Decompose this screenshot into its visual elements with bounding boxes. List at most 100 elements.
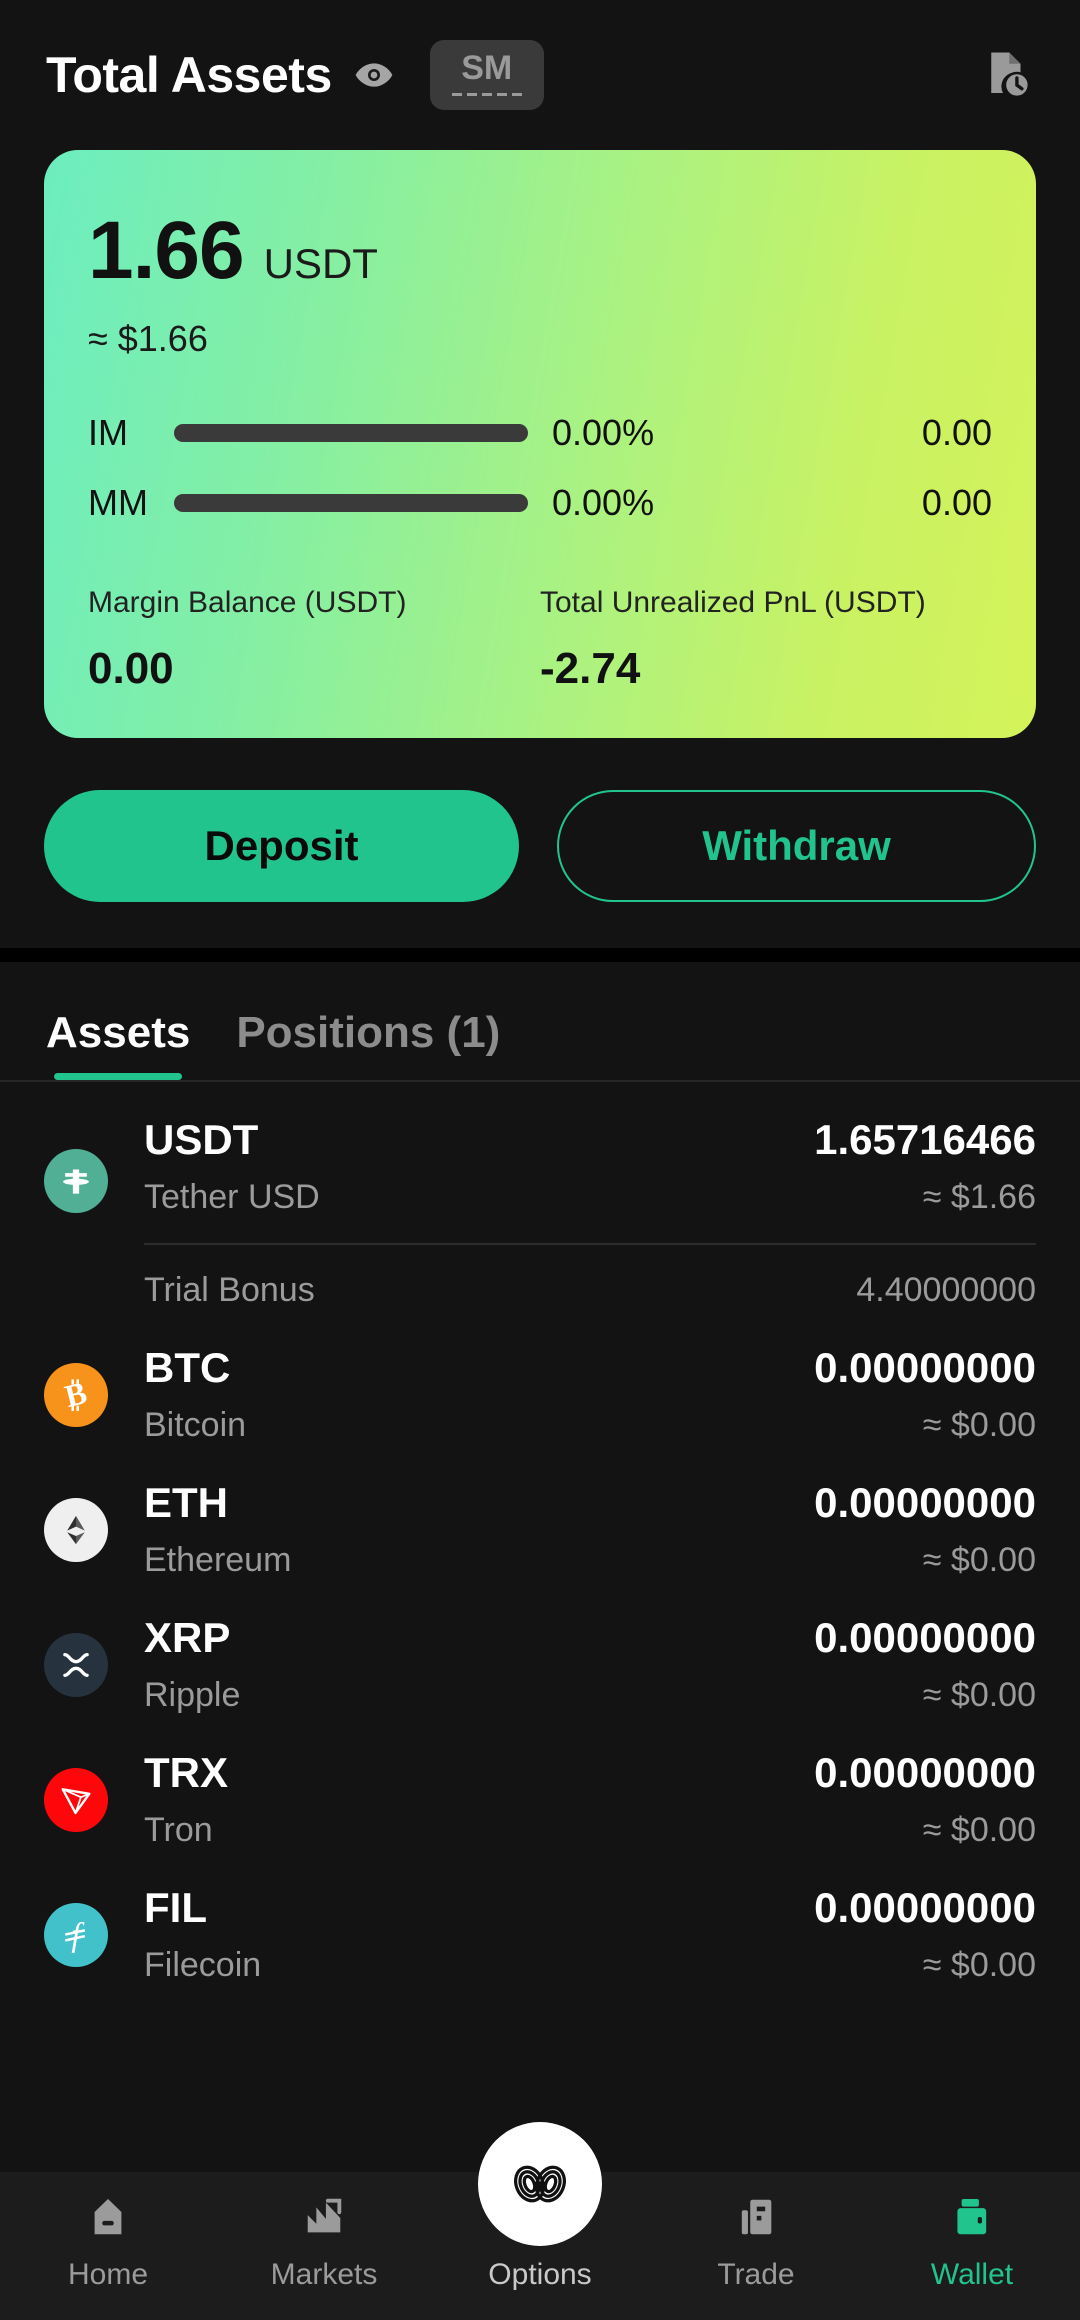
margin-track-im xyxy=(174,424,528,442)
asset-primary-line: TRX 0.00000000 xyxy=(144,1749,1036,1797)
nav-item-home[interactable]: Home xyxy=(0,2188,216,2292)
nav-label-trade: Trade xyxy=(717,2258,795,2291)
filecoin-icon: f xyxy=(44,1902,108,1967)
margin-bars: IM 0.00% 0.00 MM 0.00% 0.00 xyxy=(88,408,992,528)
asset-primary-line: FIL 0.00000000 xyxy=(144,1884,1036,1932)
asset-body: TRX 0.00000000 Tron ≈ $0.00 xyxy=(144,1749,1036,1850)
tab-assets-label: Assets xyxy=(46,1008,191,1057)
asset-usd-value: ≈ $0.00 xyxy=(922,1811,1036,1849)
nav-label-wallet: Wallet xyxy=(930,2258,1014,2291)
asset-usd-value: ≈ $0.00 xyxy=(922,1406,1036,1444)
stat-margin-balance: Margin Balance (USDT) 0.00 xyxy=(88,586,540,694)
asset-usd-value: ≈ $0.00 xyxy=(922,1541,1036,1579)
asset-secondary-line: Ethereum ≈ $0.00 xyxy=(144,1541,1036,1580)
trial-bonus-value: 4.40000000 xyxy=(856,1271,1036,1309)
nav-item-trade[interactable]: Trade xyxy=(648,2188,864,2292)
balance-approx-usd: ≈ $1.66 xyxy=(88,318,208,359)
tab-positions-label: Positions (1) xyxy=(236,1008,501,1057)
wallet-icon xyxy=(949,2188,995,2246)
asset-name: Tether USD xyxy=(144,1178,320,1216)
balance-row: 1.66 USDT xyxy=(88,210,992,292)
ethereum-icon xyxy=(44,1497,108,1562)
nav-label-options: Options xyxy=(488,2258,592,2291)
tether-icon xyxy=(44,1148,108,1213)
asset-name: Filecoin xyxy=(144,1946,262,1984)
asset-amount: 0.00000000 xyxy=(814,1344,1036,1391)
asset-amount: 1.65716466 xyxy=(814,1116,1036,1163)
balance-card-wrapper: 1.66 USDT ≈ $1.66 IM 0.00% 0.00 MM 0.00%… xyxy=(0,150,1080,738)
stat-margin-balance-label: Margin Balance (USDT) xyxy=(88,586,407,619)
asset-secondary-line: Bitcoin ≈ $0.00 xyxy=(144,1406,1036,1445)
options-fab-button[interactable] xyxy=(478,2122,602,2246)
asset-secondary-line: Ripple ≈ $0.00 xyxy=(144,1676,1036,1715)
table-row[interactable]: TRX 0.00000000 Tron ≈ $0.00 xyxy=(44,1715,1036,1850)
balance-currency: USDT xyxy=(263,240,378,287)
account-badge-underline xyxy=(451,93,522,96)
nav-item-wallet[interactable]: Wallet xyxy=(864,2188,1080,2292)
balance-card: 1.66 USDT ≈ $1.66 IM 0.00% 0.00 MM 0.00%… xyxy=(44,150,1036,738)
asset-body: XRP 0.00000000 Ripple ≈ $0.00 xyxy=(144,1614,1036,1715)
asset-name: Bitcoin xyxy=(144,1406,247,1444)
asset-body: USDT 1.65716466 Tether USD ≈ $1.66 xyxy=(144,1116,1036,1245)
trial-bonus-label: Trial Bonus xyxy=(144,1271,315,1309)
asset-name: Ripple xyxy=(144,1676,241,1714)
asset-amount: 0.00000000 xyxy=(814,1479,1036,1526)
asset-primary-line: XRP 0.00000000 xyxy=(144,1614,1036,1662)
asset-primary-line: ETH 0.00000000 xyxy=(144,1479,1036,1527)
tab-positions[interactable]: Positions (1) xyxy=(236,1008,500,1080)
asset-usd-value: ≈ $0.00 xyxy=(922,1946,1036,1984)
deposit-button[interactable]: Deposit xyxy=(44,790,519,902)
asset-amount: 0.00000000 xyxy=(814,1749,1036,1796)
table-row[interactable]: ETH 0.00000000 Ethereum ≈ $0.00 xyxy=(44,1445,1036,1580)
margin-value-im: 0.00 xyxy=(921,412,992,453)
document-clock-icon[interactable] xyxy=(980,48,1034,102)
options-icon xyxy=(514,2165,566,2203)
margin-track-mm xyxy=(174,494,528,512)
table-row[interactable]: XRP 0.00000000 Ripple ≈ $0.00 xyxy=(44,1580,1036,1715)
asset-primary-line: BTC 0.00000000 xyxy=(144,1344,1036,1392)
home-icon xyxy=(85,2188,131,2246)
margin-value-mm: 0.00 xyxy=(921,482,992,523)
asset-body: BTC 0.00000000 Bitcoin ≈ $0.00 xyxy=(144,1344,1036,1445)
action-buttons: Deposit Withdraw xyxy=(0,738,1080,902)
margin-percent-im: 0.00% xyxy=(552,412,655,453)
asset-name: Ethereum xyxy=(144,1541,292,1579)
asset-symbol: FIL xyxy=(144,1884,207,1931)
withdraw-button[interactable]: Withdraw xyxy=(557,790,1036,902)
asset-usd-value: ≈ $0.00 xyxy=(922,1676,1036,1714)
asset-amount: 0.00000000 xyxy=(814,1884,1036,1931)
asset-name: Tron xyxy=(144,1811,213,1849)
asset-symbol: USDT xyxy=(144,1116,259,1163)
table-row[interactable]: f FIL 0.00000000 Filecoin ≈ $0.00 xyxy=(44,1850,1036,1985)
wallet-screen: Total Assets SM 1.66 USDT ≈ $1.66 IM 0.0… xyxy=(0,0,1080,2320)
asset-primary-line: USDT 1.65716466 xyxy=(144,1116,1036,1164)
tron-icon xyxy=(44,1767,108,1832)
tab-assets[interactable]: Assets xyxy=(46,1008,190,1080)
margin-row-im: IM 0.00% 0.00 xyxy=(88,408,992,458)
asset-secondary-line: Tron ≈ $0.00 xyxy=(144,1811,1036,1850)
nav-label-markets: Markets xyxy=(270,2258,378,2291)
eye-icon[interactable] xyxy=(354,55,394,95)
margin-label-mm: MM xyxy=(88,482,148,523)
asset-body: FIL 0.00000000 Filecoin ≈ $0.00 xyxy=(144,1884,1036,1985)
stat-unrealized-pnl: Total Unrealized PnL (USDT) -2.74 xyxy=(540,586,992,694)
margin-row-mm: MM 0.00% 0.00 xyxy=(88,478,992,528)
table-row[interactable]: USDT 1.65716466 Tether USD ≈ $1.66 xyxy=(44,1082,1036,1245)
nav-label-home: Home xyxy=(67,2258,149,2291)
asset-sub-row-trial-bonus: Trial Bonus 4.40000000 xyxy=(144,1245,1036,1310)
card-stats: Margin Balance (USDT) 0.00 Total Unreali… xyxy=(88,586,992,694)
table-row[interactable]: B BTC 0.00000000 Bitcoin ≈ $0.00 xyxy=(44,1310,1036,1445)
asset-symbol: BTC xyxy=(144,1344,231,1391)
bitcoin-icon: B xyxy=(44,1362,108,1427)
nav-item-markets[interactable]: Markets xyxy=(216,2188,432,2292)
page-title: Total Assets xyxy=(46,47,332,103)
stat-unrealized-pnl-label: Total Unrealized PnL (USDT) xyxy=(540,586,926,619)
stat-unrealized-pnl-value: -2.74 xyxy=(540,644,641,693)
svg-text:B: B xyxy=(61,1375,90,1414)
account-badge[interactable]: SM xyxy=(429,40,544,110)
asset-usd-value: ≈ $1.66 xyxy=(922,1178,1036,1216)
trade-icon xyxy=(733,2188,779,2246)
balance-amount: 1.66 xyxy=(88,205,245,296)
margin-percent-mm: 0.00% xyxy=(552,482,655,523)
